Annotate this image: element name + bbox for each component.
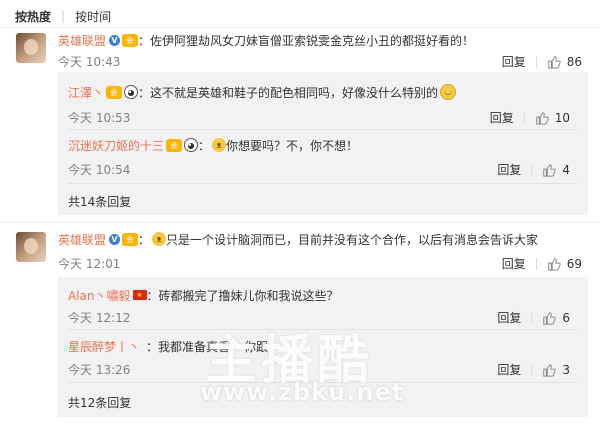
divider [68,183,578,184]
vip-icon: 会 [122,33,139,47]
cat-emoji-icon: ᴥ [212,138,227,152]
username-link[interactable]: Alan丶嘯毅 [68,287,131,304]
more-replies-link[interactable]: 共14条回复 [68,193,131,210]
reply-button[interactable]: 回复 [497,361,521,378]
divider [68,329,578,330]
like-button[interactable]: 6 [542,311,570,325]
comment-time: 今天 10:43 [58,55,121,69]
reply-actions: 回复 3 [497,361,570,378]
like-button[interactable]: 69 [547,257,582,271]
reply-actions: 回复 4 [497,161,570,178]
comment-line: 英雄联盟 V 会 ：佐伊阿狸劫风女刀妹盲僧亚索锐雯金克丝小丑的都挺好看的！ [58,31,474,49]
panda-icon: ◕ [184,138,199,152]
like-button[interactable]: 4 [542,163,570,177]
thumb-up-icon [535,111,549,125]
comment-time: 今天 12:01 [58,257,121,271]
reply-line: 沉迷妖刀姬的十三 会 ◕ ： ᴥ 你想要吗？不，你不想！ [68,136,358,154]
like-count: 69 [566,256,582,271]
tab-sort-hot[interactable]: 按热度 [15,8,51,25]
comment-actions: 回复 86 [502,53,582,70]
username-link[interactable]: 沉迷妖刀姬的十三 [68,137,164,154]
cat-emoji-icon: ᴥ [152,232,167,246]
reply-button[interactable]: 回复 [502,255,526,272]
vip-icon: 会 [106,85,123,99]
divider [0,222,600,223]
reply-text-extra: 你跟 [244,339,269,354]
like-count: 86 [566,54,582,69]
reply-actions: 回复 6 [497,309,570,326]
username-link[interactable]: 英雄联盟 [58,231,106,248]
reply-time: 今天 10:53 [68,111,131,125]
reply-button[interactable]: 回复 [497,161,521,178]
reply-line: 星辰醉梦丨丶 ： 我都准备真香 你跟 [68,337,268,355]
reply-button[interactable]: 回复 [502,53,526,70]
divider [0,27,600,28]
reply-time: 今天 10:54 [68,163,131,177]
colon: ： [198,138,211,153]
like-button[interactable]: 10 [535,111,570,125]
reply-time: 今天 13:26 [68,363,131,377]
action-divider [535,257,537,270]
username-link[interactable]: 江澤丶 [68,84,104,101]
reply-button[interactable]: 回复 [490,109,514,126]
thumb-up-icon [543,363,557,377]
username-link[interactable]: 星辰醉梦丨丶 [68,338,140,355]
reply-actions: 回复 10 [490,109,570,126]
reply-text: 你想要吗？不，你不想！ [226,138,359,153]
action-divider [535,55,537,68]
sort-tabs: 按热度 | 按时间 [15,7,111,25]
divider [68,382,578,383]
comment-actions: 回复 69 [502,255,582,272]
avatar[interactable] [16,33,46,63]
vip-icon: 会 [122,232,139,246]
action-divider [531,311,533,324]
thumb-up-icon [543,311,557,325]
colon: ： [146,339,159,354]
action-divider [531,363,533,376]
reply-text: 这不就是英雄和鞋子的配色相同吗，好像没什么特别的 [150,85,439,100]
thumb-up-icon [547,55,561,69]
vip-icon: 会 [166,138,183,152]
tab-sort-time[interactable]: 按时间 [75,8,111,25]
reply-line: Alan丶嘯毅 ★ ： 砖都搬完了撸妹儿你和我说这些？ [68,286,339,304]
thumb-up-icon [547,257,561,271]
avatar[interactable] [16,232,46,262]
colon: ： [138,85,151,100]
action-divider [523,111,525,124]
username-link[interactable]: 英雄联盟 [58,32,106,49]
comment-text: 只是一个设计脑洞而已，目前并没有这个合作，以后有消息会告诉大家 [166,232,539,247]
like-button[interactable]: 86 [547,55,582,69]
like-count: 10 [554,110,570,125]
like-count: 6 [562,310,570,325]
reply-text: 砖都搬完了撸妹儿你和我说这些？ [158,288,339,303]
like-count: 4 [562,162,570,177]
reply-line: 江澤丶 会 ◕ ： 这不就是英雄和鞋子的配色相同吗，好像没什么特别的 ◡ [68,83,457,101]
verified-icon: V [109,233,121,245]
divider [68,129,578,130]
china-flag-icon: ★ [132,290,147,300]
reply-text: 我都准备真香 [158,339,231,354]
more-replies-link[interactable]: 共12条回复 [68,394,131,411]
action-divider [531,163,533,176]
tab-separator: | [61,9,66,23]
colon: ： [146,288,159,303]
smile-emoji-icon: ◡ [440,84,457,100]
thumb-up-icon [543,163,557,177]
like-count: 3 [562,362,570,377]
like-button[interactable]: 3 [542,363,570,377]
comment-text: ：佐伊阿狸劫风女刀妹盲僧亚索锐雯金克丝小丑的都挺好看的！ [138,33,475,48]
comment-line: 英雄联盟 V 会 ： ᴥ 只是一个设计脑洞而已，目前并没有这个合作，以后有消息会… [58,231,539,248]
reply-button[interactable]: 回复 [497,309,521,326]
reply-time: 今天 12:12 [68,311,131,325]
verified-icon: V [109,34,121,46]
panda-icon: ◕ [124,85,139,99]
